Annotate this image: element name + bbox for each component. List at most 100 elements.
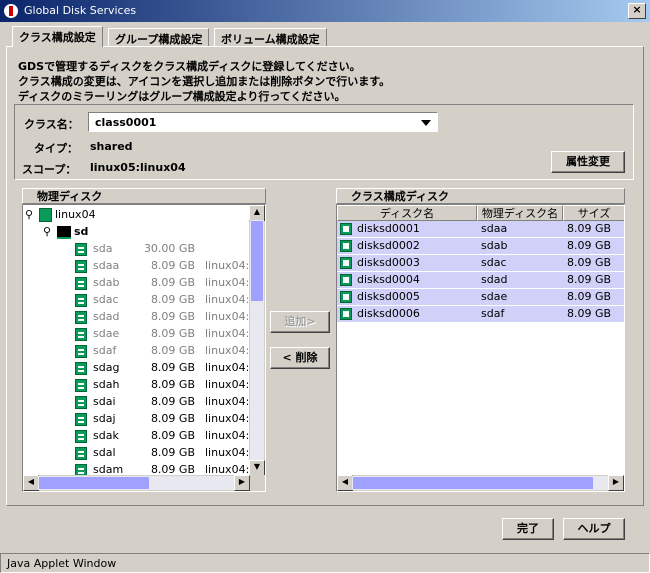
cell-size: 8.09 GB xyxy=(567,222,612,235)
disk-group-icon xyxy=(56,225,71,239)
table-row[interactable]: disksd0006 sdaf 8.09 GB xyxy=(337,306,624,323)
physical-disk-item[interactable]: sdaa8.09 GBlinux04:linux0 xyxy=(75,257,265,274)
disk-icon xyxy=(75,361,87,375)
cell-physical: sdad xyxy=(481,273,508,286)
column-header-physical[interactable]: 物理ディスク名 xyxy=(477,205,563,221)
scroll-right-icon[interactable]: ▶ xyxy=(234,475,250,491)
done-button[interactable]: 完了 xyxy=(502,518,554,540)
column-header-size[interactable]: サイズ xyxy=(563,205,624,221)
hscroll-thumb[interactable] xyxy=(353,477,593,489)
disk-size: 8.09 GB xyxy=(150,310,195,323)
column-header-disk[interactable]: ディスク名 xyxy=(337,205,477,221)
table-row[interactable]: disksd0002 sdab 8.09 GB xyxy=(337,238,624,255)
expand-toggle-icon[interactable]: ⚲ xyxy=(25,206,35,223)
disk-icon xyxy=(75,293,87,307)
disk-size: 30.00 GB xyxy=(143,242,195,255)
physical-disk-item[interactable]: sdad8.09 GBlinux04:linux0 xyxy=(75,308,265,325)
tree-group[interactable]: ⚲ sd xyxy=(43,223,88,240)
physical-disk-item[interactable]: sdae8.09 GBlinux04:linux0 xyxy=(75,325,265,342)
disk-size: 8.09 GB xyxy=(150,293,195,306)
close-button[interactable]: × xyxy=(628,3,646,19)
cell-size: 8.09 GB xyxy=(567,239,612,252)
disk-icon xyxy=(340,291,352,303)
scroll-right-icon[interactable]: ▶ xyxy=(608,475,624,491)
disk-size: 8.09 GB xyxy=(150,276,195,289)
cell-physical: sdac xyxy=(481,256,507,269)
physical-disk-item[interactable]: sdal8.09 GBlinux04:linux0 xyxy=(75,444,265,461)
tab-group-config[interactable]: グループ構成設定 xyxy=(108,28,210,46)
table-row[interactable]: disksd0005 sdae 8.09 GB xyxy=(337,289,624,306)
physical-disk-item[interactable]: sdaj8.09 GBlinux04:linux0 xyxy=(75,410,265,427)
cell-physical: sdaf xyxy=(481,307,505,320)
physical-disk-tree[interactable]: ⚲ linux04 ⚲ sd sda 30.00 GB sdaa 8.09 GB lin… xyxy=(22,204,266,492)
disk-icon xyxy=(340,308,352,320)
disk-name: sdaa xyxy=(93,259,120,272)
table-row[interactable]: disksd0003 sdac 8.09 GB xyxy=(337,255,624,272)
scroll-up-icon[interactable]: ▲ xyxy=(249,205,265,221)
instruction-line-3: ディスクのミラーリングはグループ構成設定より行ってください。 xyxy=(18,90,346,103)
type-value: shared xyxy=(90,140,133,153)
scroll-left-icon[interactable]: ◀ xyxy=(23,475,39,491)
cell-physical: sdaa xyxy=(481,222,508,235)
class-disk-hscroll[interactable]: ◀ ▶ xyxy=(337,475,624,491)
scope-value: linux05:linux04 xyxy=(90,161,186,174)
disk-icon xyxy=(75,259,87,273)
physical-disk-item[interactable]: sda 30.00 GB xyxy=(75,240,205,257)
physical-disk-item[interactable]: sdaf8.09 GBlinux04:linux0 xyxy=(75,342,265,359)
disk-icon xyxy=(340,274,352,286)
scope-label: スコープ： xyxy=(22,163,77,176)
disk-icon xyxy=(75,395,87,409)
disk-icon xyxy=(75,242,87,256)
chevron-down-icon[interactable] xyxy=(421,120,431,126)
physical-disk-item[interactable]: sdag8.09 GBlinux04:linux0 xyxy=(75,359,265,376)
class-name-select[interactable]: class0001 xyxy=(88,112,438,132)
disk-size: 8.09 GB xyxy=(150,395,195,408)
disk-name: sdah xyxy=(93,378,120,391)
cell-size: 8.09 GB xyxy=(567,290,612,303)
cell-physical: sdae xyxy=(481,290,508,303)
physical-disk-item[interactable]: sdab8.09 GBlinux04:linux0 xyxy=(75,274,265,291)
change-attributes-button[interactable]: 属性変更 xyxy=(551,151,625,173)
instruction-line-2: クラス構成の変更は、アイコンを選択し追加または削除ボタンで行います。 xyxy=(18,75,391,88)
instruction-line-1: GDSで管理するディスクをクラス構成ディスクに登録してください。 xyxy=(18,60,361,73)
disk-name: sdab xyxy=(93,276,120,289)
class-disk-table[interactable]: ディスク名 物理ディスク名 サイズ disksd0001 sdaa 8.09 GB d… xyxy=(336,204,625,492)
physical-disk-item[interactable]: sdac8.09 GBlinux04:linux0 xyxy=(75,291,265,308)
table-row[interactable]: disksd0004 sdad 8.09 GB xyxy=(337,272,624,289)
disk-icon xyxy=(75,344,87,358)
expand-toggle-icon[interactable]: ⚲ xyxy=(43,223,53,240)
tree-group-label: sd xyxy=(74,225,89,238)
java-app-icon xyxy=(4,4,18,18)
disk-name: sdaf xyxy=(93,344,117,357)
physical-disk-item[interactable]: sdah8.09 GBlinux04:linux0 xyxy=(75,376,265,393)
cell-size: 8.09 GB xyxy=(567,273,612,286)
scroll-down-icon[interactable]: ▼ xyxy=(249,460,265,476)
class-disk-title: クラス構成ディスク xyxy=(336,188,625,204)
cell-disk: disksd0004 xyxy=(357,273,420,286)
add-button[interactable]: 追加> xyxy=(270,311,330,333)
help-button[interactable]: ヘルプ xyxy=(563,518,625,540)
physical-disk-item[interactable]: sdak8.09 GBlinux04:linux0 xyxy=(75,427,265,444)
disk-icon xyxy=(75,327,87,341)
physical-disk-item[interactable]: sdai8.09 GBlinux04:linux0 xyxy=(75,393,265,410)
disk-size: 8.09 GB xyxy=(150,259,195,272)
disk-size: 8.09 GB xyxy=(150,378,195,391)
cell-disk: disksd0006 xyxy=(357,307,420,320)
disk-size: 8.09 GB xyxy=(150,429,195,442)
scroll-left-icon[interactable]: ◀ xyxy=(337,475,353,491)
disk-name: sdai xyxy=(93,395,116,408)
hscroll-thumb[interactable] xyxy=(39,477,149,489)
physical-disk-hscroll[interactable]: ◀ ▶ xyxy=(23,475,265,491)
table-row[interactable]: disksd0001 sdaa 8.09 GB xyxy=(337,221,624,238)
tab-volume-config[interactable]: ボリューム構成設定 xyxy=(214,28,327,46)
tree-root[interactable]: ⚲ linux04 xyxy=(25,206,96,223)
delete-button[interactable]: < 削除 xyxy=(270,347,330,369)
disk-size: 8.09 GB xyxy=(150,412,195,425)
cell-size: 8.09 GB xyxy=(567,307,612,320)
disk-icon xyxy=(340,257,352,269)
cell-size: 8.09 GB xyxy=(567,256,612,269)
disk-icon xyxy=(340,223,352,235)
scroll-thumb[interactable] xyxy=(251,221,263,301)
tab-class-config[interactable]: クラス構成設定 xyxy=(12,26,103,47)
physical-disk-vscroll[interactable]: ▲ ▼ xyxy=(249,205,265,476)
